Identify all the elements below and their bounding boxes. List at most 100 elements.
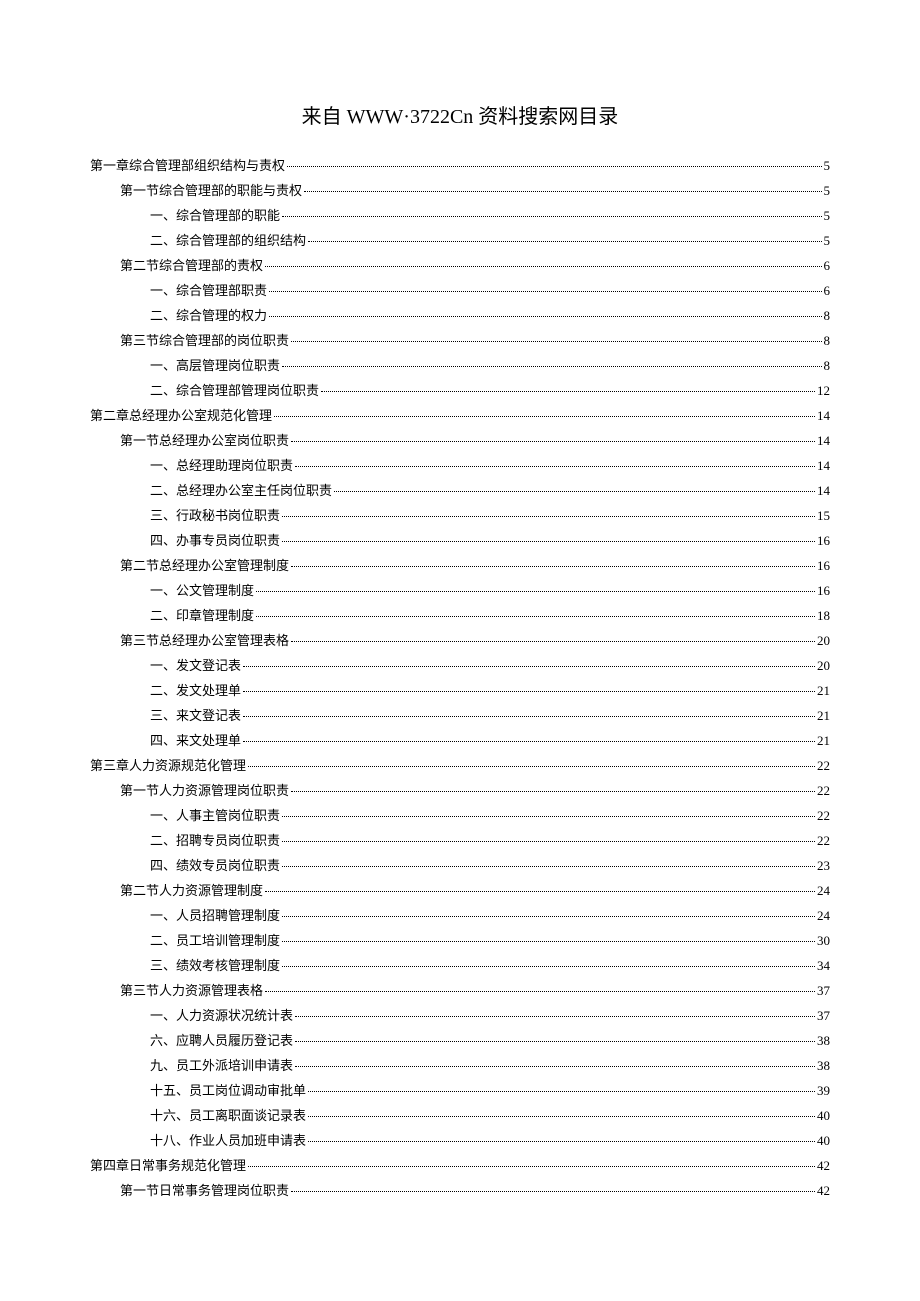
toc-label: 九、员工外派培训申请表 — [150, 1059, 293, 1072]
toc-label: 第一节人力资源管理岗位职责 — [120, 784, 289, 797]
toc-entry[interactable]: 二、综合管理部的组织结构5 — [90, 234, 830, 247]
toc-entry[interactable]: 四、来文处理单21 — [90, 734, 830, 747]
toc-page-number: 21 — [817, 684, 830, 697]
toc-entry[interactable]: 二、招聘专员岗位职责22 — [90, 834, 830, 847]
toc-label: 一、高层管理岗位职责 — [150, 359, 280, 372]
toc-page-number: 16 — [817, 559, 830, 572]
toc-page-number: 20 — [817, 634, 830, 647]
toc-page-number: 14 — [817, 409, 830, 422]
toc-page-number: 18 — [817, 609, 830, 622]
toc-entry[interactable]: 一、总经理助理岗位职责14 — [90, 459, 830, 472]
toc-entry[interactable]: 第三节综合管理部的岗位职责8 — [90, 334, 830, 347]
toc-label: 第四章日常事务规范化管理 — [90, 1159, 246, 1172]
toc-entry[interactable]: 一、公文管理制度16 — [90, 584, 830, 597]
toc-entry[interactable]: 三、行政秘书岗位职责15 — [90, 509, 830, 522]
toc-entry[interactable]: 第一节日常事务管理岗位职责42 — [90, 1184, 830, 1197]
toc-entry[interactable]: 第二节人力资源管理制度24 — [90, 884, 830, 897]
toc-leader-dots — [265, 266, 821, 267]
toc-entry[interactable]: 二、综合管理的权力8 — [90, 309, 830, 322]
toc-label: 二、印章管理制度 — [150, 609, 254, 622]
toc-entry[interactable]: 二、综合管理部管理岗位职责12 — [90, 384, 830, 397]
toc-label: 三、来文登记表 — [150, 709, 241, 722]
toc-entry[interactable]: 二、印章管理制度 18 — [90, 609, 830, 622]
toc-label: 第三节综合管理部的岗位职责 — [120, 334, 289, 347]
toc-entry[interactable]: 第二节总经理办公室管理制度16 — [90, 559, 830, 572]
toc-label: 第一节综合管理部的职能与责权 — [120, 184, 302, 197]
toc-page-number: 21 — [817, 709, 830, 722]
toc-page-number: 34 — [817, 959, 830, 972]
toc-page-number: 37 — [817, 984, 830, 997]
toc-leader-dots — [282, 841, 815, 842]
toc-entry[interactable]: 一、人事主管岗位职责 22 — [90, 809, 830, 822]
toc-entry[interactable]: 第三节人力资源管理表格 37 — [90, 984, 830, 997]
toc-label: 三、绩效考核管理制度 — [150, 959, 280, 972]
toc-leader-dots — [291, 641, 815, 642]
toc-leader-dots — [265, 891, 815, 892]
toc-page-number: 5 — [824, 184, 831, 197]
toc-page-number: 23 — [817, 859, 830, 872]
toc-entry[interactable]: 九、员工外派培训申请表38 — [90, 1059, 830, 1072]
toc-page-number: 5 — [824, 209, 831, 222]
toc-label: 一、人员招聘管理制度 — [150, 909, 280, 922]
toc-entry[interactable]: 第一章综合管理部组织结构与责权 5 — [90, 159, 830, 172]
toc-entry[interactable]: 一、综合管理部职责6 — [90, 284, 830, 297]
toc-entry[interactable]: 十六、员工离职面谈记录表40 — [90, 1109, 830, 1122]
toc-page-number: 38 — [817, 1034, 830, 1047]
toc-entry[interactable]: 四、办事专员岗位职责16 — [90, 534, 830, 547]
toc-entry[interactable]: 一、人力资源状况统计表37 — [90, 1009, 830, 1022]
toc-leader-dots — [282, 516, 815, 517]
toc-entry[interactable]: 三、绩效考核管理制度 34 — [90, 959, 830, 972]
toc-label: 一、人事主管岗位职责 — [150, 809, 280, 822]
toc-page-number: 6 — [824, 259, 831, 272]
toc-entry[interactable]: 第一节总经理办公室岗位职责14 — [90, 434, 830, 447]
toc-leader-dots — [256, 591, 815, 592]
toc-entry[interactable]: 三、来文登记表 21 — [90, 709, 830, 722]
toc-page-number: 15 — [817, 509, 830, 522]
toc-label: 四、来文处理单 — [150, 734, 241, 747]
toc-label: 第一章综合管理部组织结构与责权 — [90, 159, 285, 172]
toc-page-number: 39 — [817, 1084, 830, 1097]
toc-entry[interactable]: 二、发文处理单21 — [90, 684, 830, 697]
toc-page-number: 14 — [817, 459, 830, 472]
toc-leader-dots — [265, 991, 815, 992]
toc-entry[interactable]: 一、发文登记表20 — [90, 659, 830, 672]
toc-page-number: 5 — [824, 159, 831, 172]
toc-label: 第二章总经理办公室规范化管理 — [90, 409, 272, 422]
toc-entry[interactable]: 第一节人力资源管理岗位职责22 — [90, 784, 830, 797]
toc-entry[interactable]: 一、综合管理部的职能5 — [90, 209, 830, 222]
toc-leader-dots — [243, 716, 815, 717]
toc-label: 二、招聘专员岗位职责 — [150, 834, 280, 847]
toc-leader-dots — [282, 216, 821, 217]
toc-leader-dots — [269, 291, 821, 292]
toc-entry[interactable]: 第三章人力资源规范化管理22 — [90, 759, 830, 772]
toc-leader-dots — [291, 566, 815, 567]
toc-entry[interactable]: 第二章总经理办公室规范化管理 14 — [90, 409, 830, 422]
toc-page-number: 30 — [817, 934, 830, 947]
toc-page-number: 42 — [817, 1159, 830, 1172]
toc-entry[interactable]: 第一节综合管理部的职能与责权 5 — [90, 184, 830, 197]
toc-page-number: 40 — [817, 1109, 830, 1122]
toc-entry[interactable]: 二、总经理办公室主任岗位职责14 — [90, 484, 830, 497]
toc-leader-dots — [295, 466, 815, 467]
toc-entry[interactable]: 二、员工培训管理制度30 — [90, 934, 830, 947]
toc-label: 第三节人力资源管理表格 — [120, 984, 263, 997]
toc-label: 十五、员工岗位调动审批单 — [150, 1084, 306, 1097]
toc-page-number: 22 — [817, 809, 830, 822]
toc-entry[interactable]: 第二节综合管理部的责权6 — [90, 259, 830, 272]
toc-page-number: 22 — [817, 759, 830, 772]
toc-entry[interactable]: 六、应聘人员履历登记表38 — [90, 1034, 830, 1047]
toc-entry[interactable]: 第四章日常事务规范化管理 42 — [90, 1159, 830, 1172]
toc-entry[interactable]: 十八、作业人员加班申请表40 — [90, 1134, 830, 1147]
toc-page-number: 5 — [824, 234, 831, 247]
toc-leader-dots — [295, 1041, 815, 1042]
toc-entry[interactable]: 一、高层管理岗位职责8 — [90, 359, 830, 372]
toc-leader-dots — [308, 1091, 815, 1092]
toc-entry[interactable]: 一、人员招聘管理制度24 — [90, 909, 830, 922]
toc-entry[interactable]: 第三节总经理办公室管理表格20 — [90, 634, 830, 647]
toc-leader-dots — [291, 341, 821, 342]
toc-page-number: 8 — [824, 309, 831, 322]
toc-entry[interactable]: 十五、员工岗位调动审批单 39 — [90, 1084, 830, 1097]
toc-page-number: 6 — [824, 284, 831, 297]
toc-leader-dots — [282, 816, 815, 817]
toc-entry[interactable]: 四、绩效专员岗位职责23 — [90, 859, 830, 872]
